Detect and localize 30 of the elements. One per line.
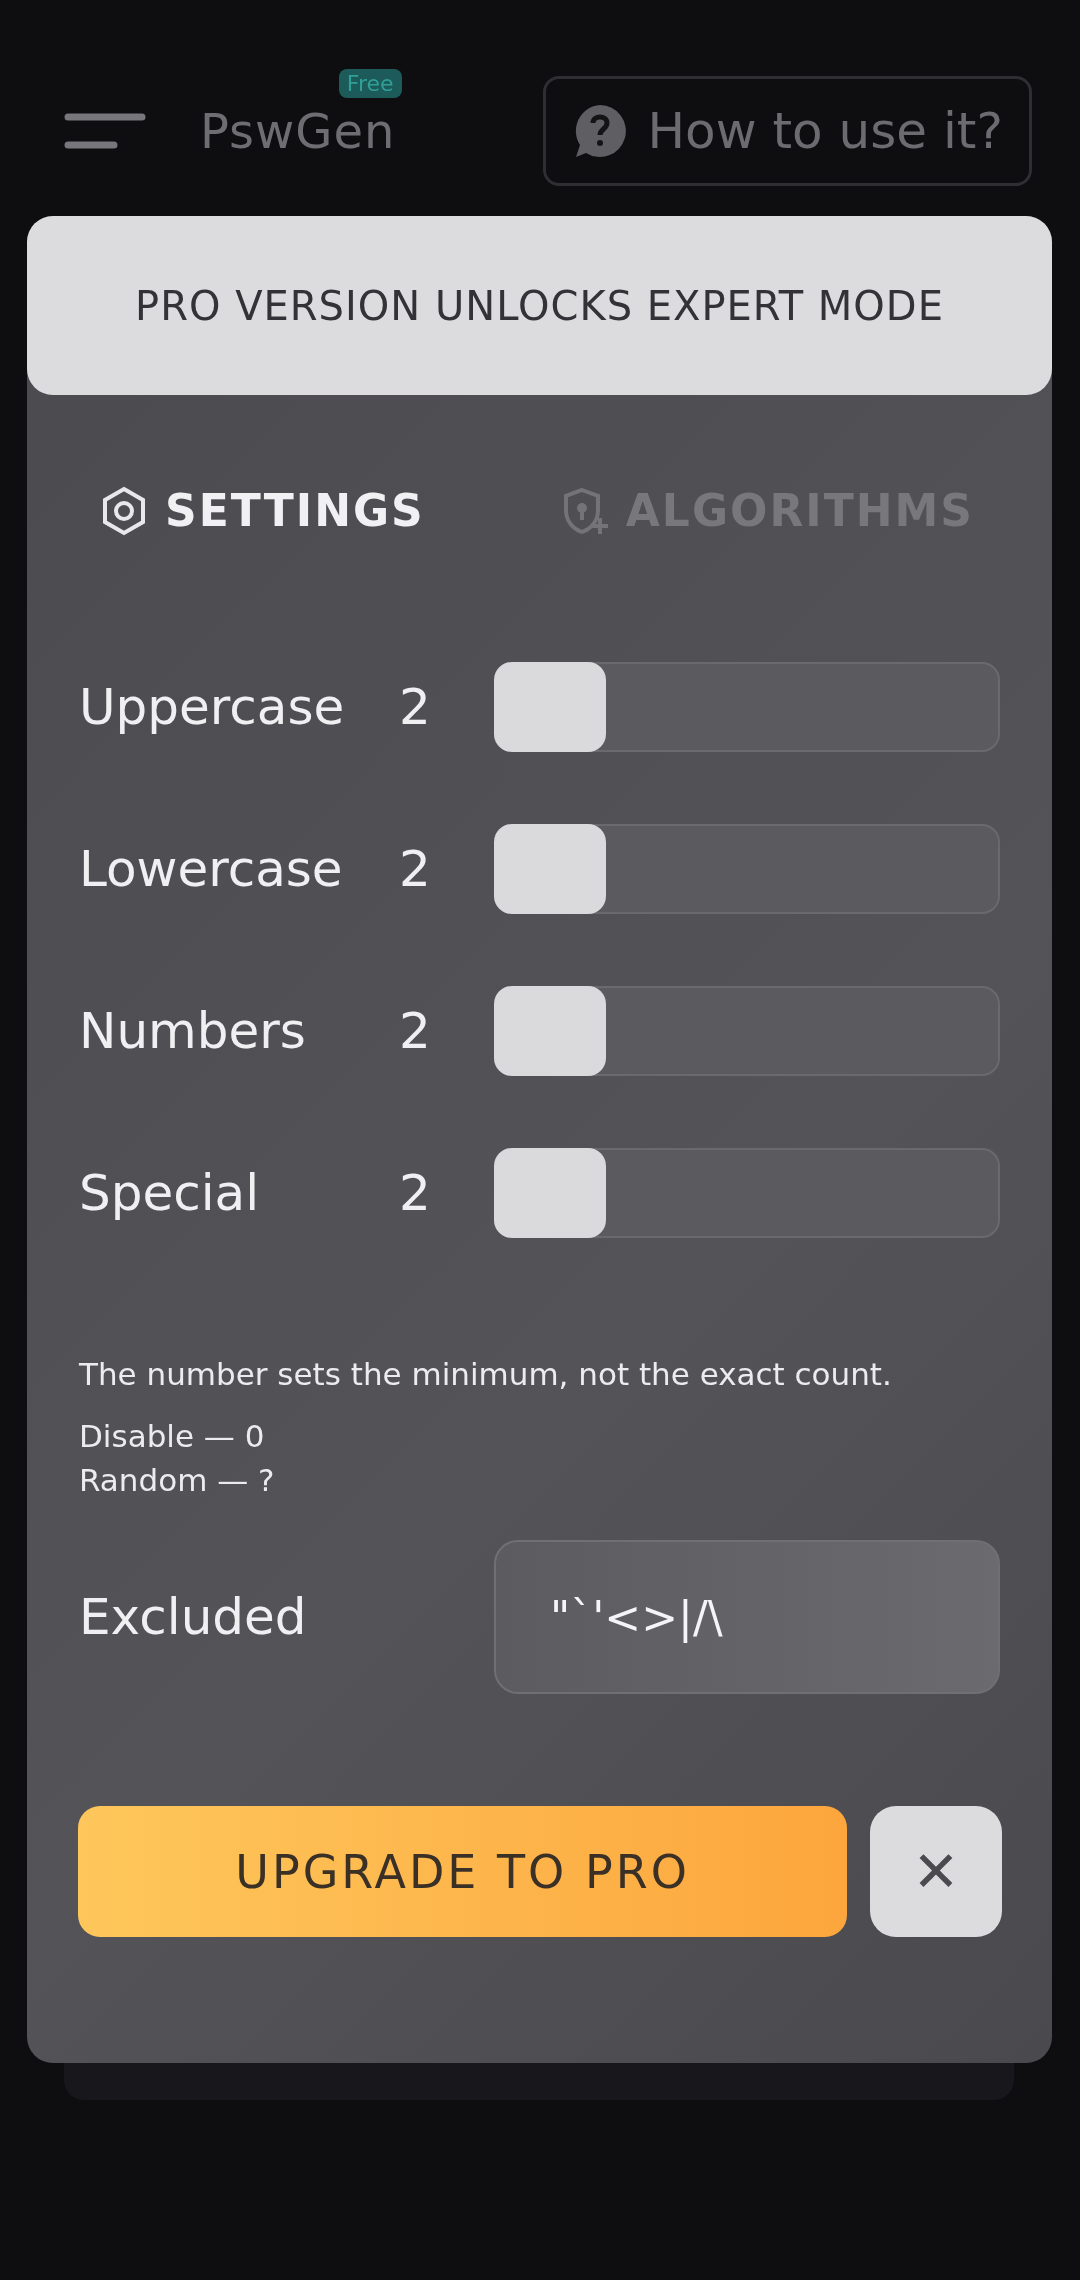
slider-thumb[interactable] xyxy=(494,662,606,752)
close-button[interactable]: ✕ xyxy=(870,1806,1002,1937)
slider-track[interactable] xyxy=(494,824,1000,914)
slider-label: Numbers xyxy=(79,1002,307,1060)
excluded-label: Excluded xyxy=(79,1588,308,1646)
tab[interactable]: SETTINGS xyxy=(101,485,425,536)
slider-value: 2 xyxy=(399,1164,432,1222)
app-name: PswGen xyxy=(200,103,396,159)
help-button[interactable]: How to use it? xyxy=(542,76,1032,186)
slider-value: 2 xyxy=(399,678,432,736)
hint-text: Disable — 0 xyxy=(79,1417,266,1456)
slider-thumb[interactable] xyxy=(494,986,606,1076)
slider-label: Uppercase xyxy=(79,678,346,736)
upgrade-button[interactable]: UPGRADE TO PRO xyxy=(78,1806,848,1937)
slider-thumb[interactable] xyxy=(494,824,606,914)
banner-title: PRO VERSION UNLOCKS EXPERT MODE xyxy=(135,282,944,329)
slider-value: 2 xyxy=(399,840,432,898)
slider-value: 2 xyxy=(399,1002,432,1060)
note-text: The number sets the minimum, not the exact count. xyxy=(79,1356,893,1392)
slider-thumb[interactable] xyxy=(494,1148,606,1238)
settings-icon xyxy=(101,485,147,536)
slider-track[interactable] xyxy=(494,1148,1000,1238)
shield-lock-icon xyxy=(561,485,608,536)
slider-track[interactable] xyxy=(494,662,1000,752)
menu-icon[interactable] xyxy=(64,113,146,149)
slider-track[interactable] xyxy=(494,986,1000,1076)
hint-text: Random — ? xyxy=(79,1461,276,1500)
free-badge: Free xyxy=(338,69,402,98)
slider-label: Special xyxy=(79,1164,261,1222)
slider-label: Lowercase xyxy=(79,840,344,898)
